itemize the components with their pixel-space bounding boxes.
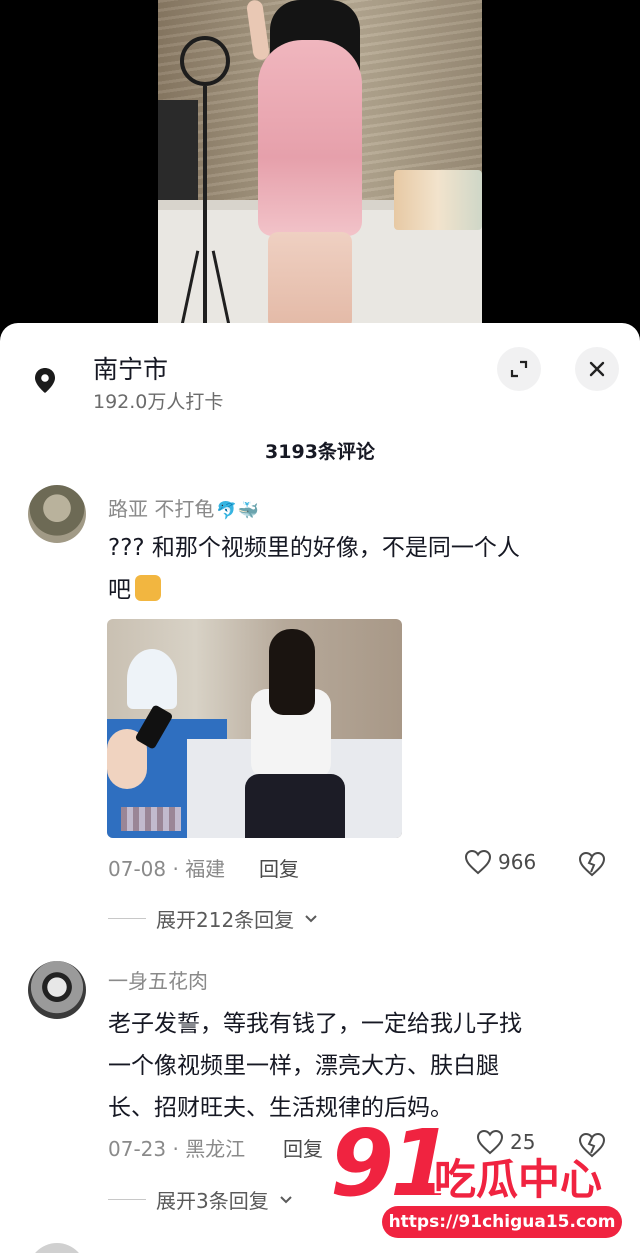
broken-heart-icon	[578, 851, 606, 877]
comment-image[interactable]	[107, 619, 402, 838]
close-button[interactable]	[575, 347, 619, 391]
watermark-brand: 吃瓜中心	[434, 1155, 603, 1204]
expand-replies[interactable]: 展开3条回复	[108, 1185, 293, 1214]
comment-text: ??? 和那个视频里的好像，不是同一个人 吧	[108, 535, 520, 603]
heart-outline-icon	[464, 849, 492, 875]
reply-button[interactable]: 回复	[283, 1133, 323, 1162]
watermark-url: https://91chigua15.com	[382, 1206, 622, 1238]
like-button[interactable]: 966	[464, 849, 536, 875]
comment-date-place: 07-08 · 福建	[108, 857, 226, 881]
location-pin-icon	[30, 365, 60, 395]
avatar[interactable]	[28, 485, 86, 543]
location-checkin-count: 192.0万人打卡	[93, 391, 224, 413]
comment-username[interactable]: 路亚 不打龟 🐬🐳	[108, 493, 259, 522]
expand-button[interactable]	[497, 347, 541, 391]
video-frame	[158, 0, 482, 330]
location-title[interactable]: 南宁市	[93, 350, 168, 386]
chevron-down-icon	[305, 914, 317, 922]
cat-emoji-icon	[135, 575, 161, 601]
expand-replies[interactable]: 展开212条回复	[108, 904, 318, 933]
dislike-button[interactable]	[578, 850, 606, 878]
avatar[interactable]	[28, 961, 86, 1019]
comment-date-place: 07-23 · 黑龙江	[108, 1137, 246, 1161]
reply-button[interactable]: 回复	[259, 853, 299, 882]
comment-sheet: 南宁市 192.0万人打卡 3193条评论 路亚 不打龟 🐬🐳 ??? 和那个视频…	[0, 323, 640, 1253]
watermark-logo: 91 吃瓜中心 https://91chigua15.com	[330, 1118, 630, 1248]
username-emoji: 🐬🐳	[216, 501, 259, 521]
comment-username[interactable]: 一身五花肉	[108, 965, 208, 994]
watermark-number: 91	[330, 1110, 454, 1217]
chevron-down-icon	[280, 1195, 292, 1203]
avatar[interactable]	[28, 1243, 86, 1253]
close-icon	[589, 361, 605, 377]
like-count: 966	[498, 850, 537, 874]
video-player[interactable]	[0, 0, 640, 330]
expand-icon	[510, 360, 528, 378]
comment-count-title: 3193条评论	[265, 441, 375, 463]
